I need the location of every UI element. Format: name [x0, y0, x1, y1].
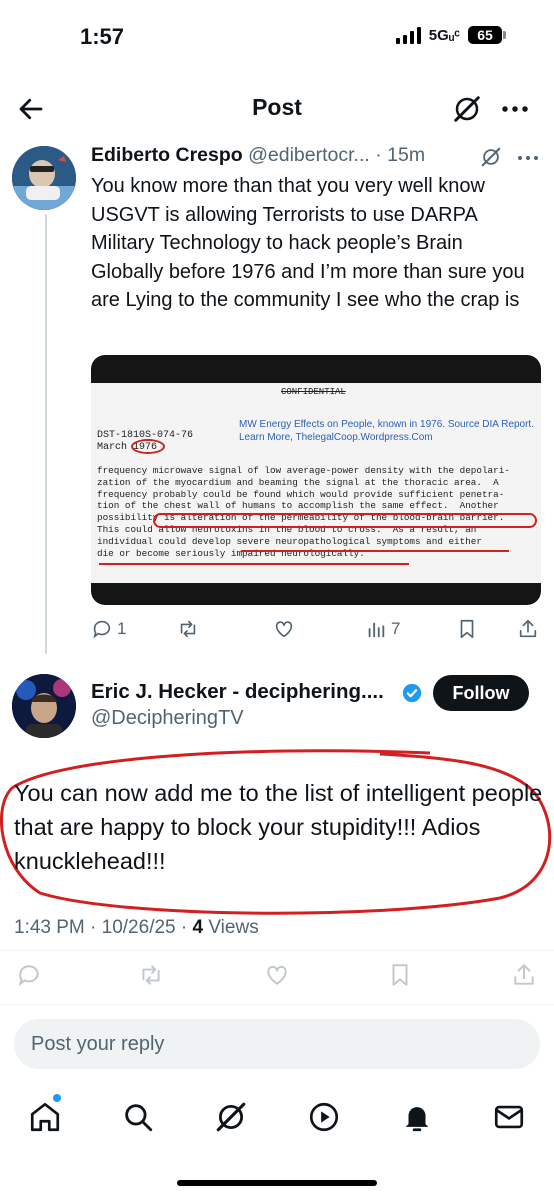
reply-time[interactable]: 15m	[387, 144, 425, 166]
thread-line	[45, 214, 47, 654]
share-action[interactable]	[511, 962, 537, 988]
follow-button[interactable]: Follow	[433, 675, 529, 711]
reply-author-name[interactable]: Ediberto Crespo	[91, 144, 243, 166]
status-bar: 1:57 5Gᵤᶜ 65	[0, 0, 554, 76]
reply-count: 1	[117, 619, 127, 638]
reply-author-line: Ediberto Crespo @edibertocr... · 15m	[91, 144, 425, 167]
home-icon[interactable]	[28, 1100, 62, 1134]
divider	[0, 950, 554, 951]
reply-input[interactable]: Post your reply	[14, 1019, 540, 1069]
avatar[interactable]	[12, 146, 76, 210]
bookmark-action[interactable]	[456, 618, 478, 640]
attached-image[interactable]: CONFIDENTIAL MW Energy Effects on People…	[91, 355, 541, 605]
highlight-box	[153, 513, 537, 528]
tab-bar	[0, 1090, 554, 1146]
notifications-icon[interactable]	[400, 1100, 434, 1134]
grok-icon[interactable]	[480, 146, 502, 168]
reply-handle[interactable]: @edibertocr...	[248, 144, 370, 166]
underline	[241, 550, 509, 552]
share-action[interactable]	[517, 618, 539, 640]
date-circle	[131, 439, 165, 454]
post-views-count: 4	[192, 917, 204, 938]
home-indicator[interactable]	[177, 1180, 377, 1186]
new-badge	[53, 1094, 61, 1102]
post-meta: 1:43 PM · 10/26/25 · 4 Views	[14, 917, 259, 939]
views-action[interactable]: 7	[365, 618, 400, 640]
status-icons: 5Gᵤᶜ 65	[395, 26, 506, 44]
document-page: CONFIDENTIAL MW Energy Effects on People…	[91, 383, 541, 583]
battery-level: 65	[468, 26, 502, 44]
underline	[99, 563, 409, 565]
status-time: 1:57	[80, 24, 125, 49]
repost-icon	[142, 965, 160, 985]
separator: ·	[375, 144, 382, 166]
search-icon[interactable]	[121, 1100, 155, 1134]
comment-icon	[93, 620, 111, 639]
post-views-label: Views	[203, 917, 259, 938]
heart-icon	[275, 621, 293, 638]
bookmark-icon	[460, 619, 474, 639]
reply-text: You know more than that you very well kn…	[91, 175, 525, 312]
signal-icon	[395, 26, 421, 44]
views-count: 7	[391, 619, 401, 638]
post-text: You can now add me to the list of intell…	[14, 780, 543, 874]
network-label: 5Gᵤᶜ	[428, 26, 460, 44]
battery-icon: 65	[468, 26, 506, 44]
share-icon	[519, 619, 537, 638]
post-timestamp[interactable]: 1:43 PM · 10/26/25 ·	[14, 917, 193, 938]
reply-action[interactable]: 1	[91, 618, 126, 640]
messages-icon[interactable]	[492, 1100, 526, 1134]
avatar[interactable]	[12, 674, 76, 738]
more-icon[interactable]	[500, 94, 530, 124]
more-icon[interactable]	[516, 148, 540, 168]
document-note: MW Energy Effects on People, known in 19…	[239, 418, 534, 444]
note-line-1: MW Energy Effects on People, known in 19…	[239, 419, 534, 430]
bookmark-icon	[392, 964, 408, 986]
heart-icon	[267, 965, 287, 985]
grok-icon[interactable]	[214, 1100, 248, 1134]
verified-badge-icon	[402, 683, 422, 703]
video-icon[interactable]	[307, 1100, 341, 1134]
repost-action[interactable]	[177, 618, 199, 640]
reply-action-bar: 1 7	[91, 618, 543, 644]
post-author-name[interactable]: Eric J. Hecker - deciphering....	[91, 680, 384, 704]
reply-action[interactable]	[16, 962, 42, 988]
repost-action[interactable]	[138, 962, 164, 988]
note-line-2: Learn More, ThelegalCoop.Wordpress.Com	[239, 432, 433, 443]
like-action[interactable]	[273, 618, 295, 640]
divider	[0, 1004, 554, 1005]
views-icon	[368, 622, 385, 638]
post-action-bar	[14, 962, 540, 992]
share-icon	[514, 964, 534, 985]
repost-icon	[180, 620, 196, 638]
bookmark-action[interactable]	[387, 962, 413, 988]
comment-icon	[18, 965, 39, 987]
post-header: Post	[0, 82, 554, 134]
like-action[interactable]	[264, 962, 290, 988]
document-header: CONFIDENTIAL	[281, 387, 346, 397]
post-handle[interactable]: @DecipheringTV	[91, 707, 244, 730]
grok-icon[interactable]	[452, 94, 482, 124]
